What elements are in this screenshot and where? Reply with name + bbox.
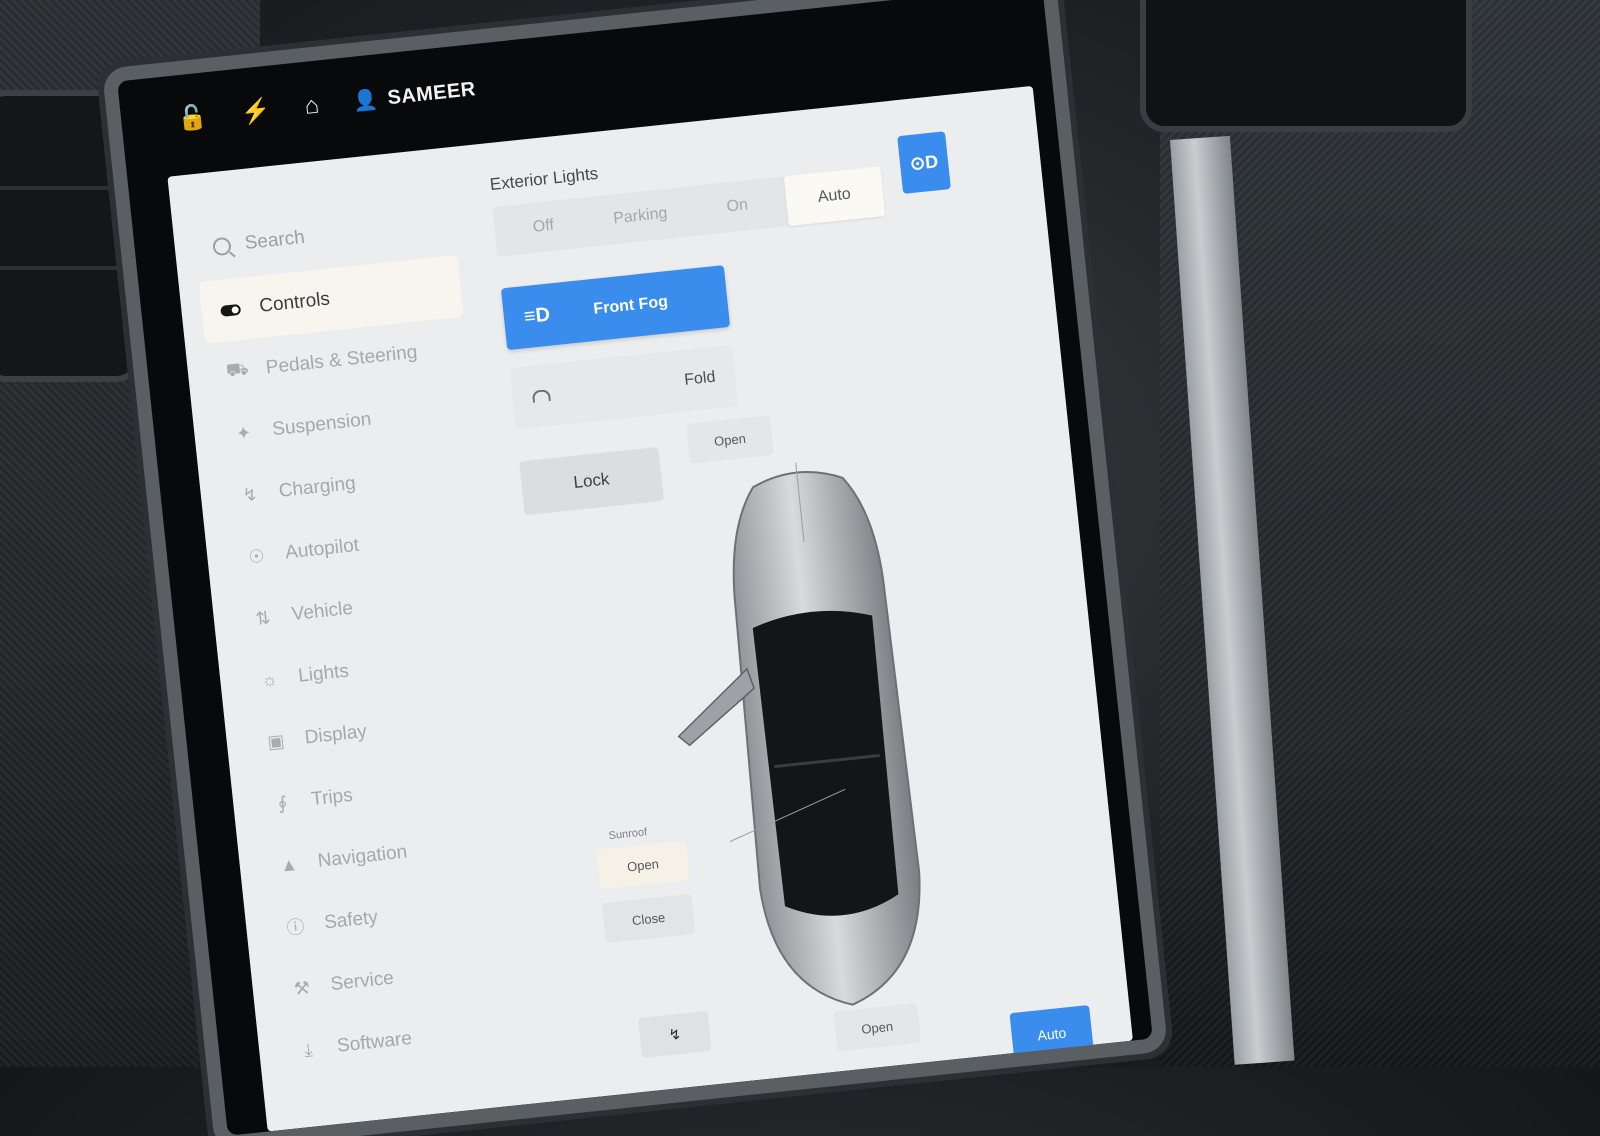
controls-panel: Search Controls ⛟ Pedals & Steering ✦ Su…	[167, 85, 1133, 1132]
sun-icon: ☼	[260, 668, 279, 691]
bolt-icon[interactable]: ⚡	[240, 97, 273, 127]
frunk-open-button[interactable]: Open	[686, 415, 774, 464]
sunroof-label: Sunroof	[608, 826, 648, 843]
sidebar-item-label: Service	[329, 967, 395, 996]
car-icon: ⛟	[224, 358, 250, 381]
nav-list: Controls ⛟ Pedals & Steering ✦ Suspensio…	[198, 254, 542, 1084]
touchscreen: 🔓 ⚡ ⌂ 👤 SAMEER Search Controls ⛟ Pedals …	[117, 0, 1153, 1136]
exterior-lights-off[interactable]: Off	[492, 197, 594, 257]
search-placeholder: Search	[243, 226, 306, 254]
fog-light-icon: ≡D	[522, 303, 552, 328]
exterior-lights-title: Exterior Lights	[488, 163, 600, 195]
sidebar-item-label: Navigation	[316, 841, 409, 872]
sidebar-item-label: Trips	[310, 784, 354, 811]
air-vent-right	[1140, 0, 1472, 132]
air-vent-left	[0, 90, 142, 382]
sidebar-item-label: Autopilot	[284, 534, 360, 564]
download-icon: ⤓	[303, 1038, 314, 1060]
home-icon[interactable]: ⌂	[303, 92, 320, 120]
car-top-view	[677, 462, 921, 1006]
trunk-open-button[interactable]: Open	[833, 1002, 922, 1052]
search-icon	[212, 236, 232, 257]
sidebar-item-label: Pedals & Steering	[264, 341, 419, 379]
sidebar-item-label: Vehicle	[290, 597, 354, 626]
sidebar-item-label: Display	[303, 721, 368, 749]
trips-icon: ∮	[276, 792, 289, 814]
bolt-icon: ↯	[667, 1025, 682, 1045]
auto-button[interactable]: Auto	[1009, 1004, 1095, 1064]
info-circle-icon: ⓘ	[285, 916, 306, 939]
sidebar-item-label: Software	[336, 1028, 413, 1057]
user-name: SAMEER	[386, 77, 477, 109]
sidebar-item-label: Controls	[258, 288, 331, 317]
front-fog-label: Front Fog	[592, 293, 669, 318]
wrench-icon: ⚒	[292, 976, 311, 999]
exterior-lights-parking[interactable]: Parking	[589, 187, 691, 247]
mirror-icon	[531, 388, 551, 403]
headlight-icon: ⊙D	[908, 150, 940, 174]
controls-content: Exterior Lights Off Parking On Auto ⊙D ≡…	[478, 108, 1111, 1079]
fold-label: Fold	[683, 368, 717, 389]
sliders-icon: ⇅	[254, 606, 272, 629]
mirror-fold-button[interactable]: Fold	[509, 344, 739, 430]
sidebar-item-label: Safety	[323, 906, 379, 934]
steering-wheel-icon: ☉	[247, 545, 266, 567]
user-profile[interactable]: 👤 SAMEER	[352, 78, 477, 114]
sidebar-item-label: Charging	[277, 472, 357, 502]
sidebar-item-label: Suspension	[271, 408, 373, 441]
navigation-arrow-icon: ▲	[278, 853, 299, 876]
headlight-button[interactable]: ⊙D	[897, 131, 951, 194]
bolt-icon: ↯	[241, 483, 259, 506]
front-fog-button[interactable]: ≡D Front Fog	[500, 265, 731, 351]
user-icon: 👤	[351, 88, 379, 113]
display-icon: ▣	[266, 730, 286, 752]
sidebar-item-label: Lights	[297, 660, 350, 687]
charge-port-button[interactable]: ↯	[637, 1010, 712, 1058]
sidebar: Search Controls ⛟ Pedals & Steering ✦ Su…	[192, 197, 541, 1083]
lock-open-icon[interactable]: 🔓	[176, 103, 209, 133]
toggle-icon	[219, 298, 243, 321]
exterior-lights-on[interactable]: On	[686, 176, 788, 236]
wrench-icon: ✦	[235, 421, 253, 444]
exterior-lights-auto[interactable]: Auto	[783, 166, 886, 227]
